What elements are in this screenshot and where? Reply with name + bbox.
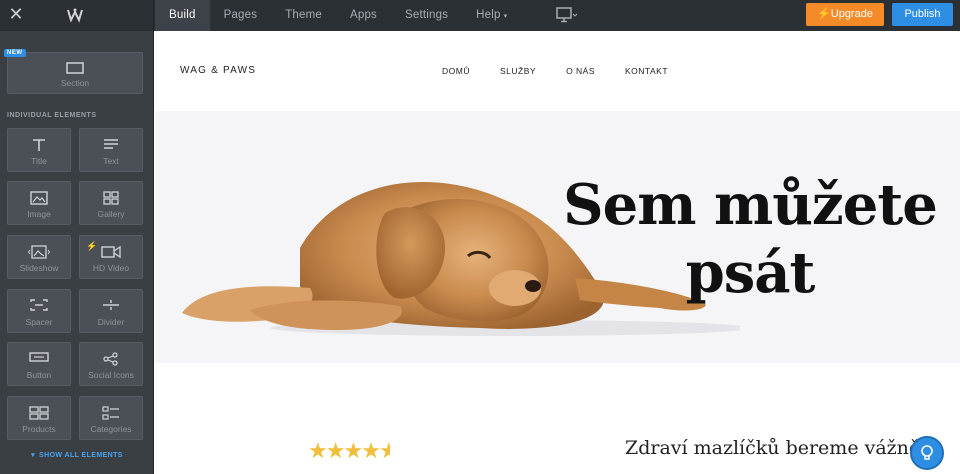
new-badge: NEW	[4, 49, 26, 57]
social-icons-tile[interactable]: Social Icons	[79, 342, 143, 386]
star-rating: ★★★★★	[308, 438, 390, 464]
star-icon: ★	[361, 438, 381, 463]
nav-theme[interactable]: Theme	[271, 0, 336, 31]
tile-label: Slideshow	[19, 263, 59, 273]
lightbulb-icon	[921, 445, 933, 460]
lightning-icon: ⚡	[817, 8, 831, 20]
main-nav: Build Pages Theme Apps Settings Help ▾	[155, 0, 521, 31]
button-tile[interactable]: Button	[7, 342, 71, 386]
share-icon	[103, 352, 118, 366]
site-nav-services[interactable]: SLUŽBY	[500, 66, 536, 76]
nav-apps[interactable]: Apps	[336, 0, 391, 31]
title-tile[interactable]: Title	[7, 128, 71, 172]
slideshow-icon	[28, 245, 50, 259]
tile-label: Button	[26, 370, 52, 380]
hero-banner[interactable]: Sem můžete psát	[155, 111, 960, 363]
tile-label: Social Icons	[88, 370, 134, 380]
title-icon	[33, 139, 45, 151]
chevron-down-icon: ▾	[503, 13, 508, 20]
tile-label: Image	[27, 209, 51, 219]
lightning-icon: ⚡	[86, 241, 98, 251]
upgrade-button-label: Upgrade	[830, 8, 873, 20]
desktop-preview-icon[interactable]	[556, 7, 578, 23]
show-all-elements-link[interactable]: ▾ SHOW ALL ELEMENTS	[0, 451, 154, 459]
section-tile[interactable]: Section	[7, 52, 143, 94]
site-nav-about[interactable]: O NÁS	[566, 66, 595, 76]
hd-video-tile[interactable]: ⚡ HD Video	[79, 235, 143, 279]
close-icon[interactable]: ✕	[8, 5, 24, 23]
hero-title[interactable]: Sem můžete psát	[540, 171, 960, 307]
tile-label: Divider	[97, 317, 125, 327]
upgrade-button[interactable]: ⚡Upgrade	[806, 3, 884, 26]
spacer-icon	[30, 299, 48, 311]
nav-pages[interactable]: Pages	[210, 0, 272, 31]
button-icon	[29, 352, 49, 362]
help-button[interactable]	[910, 436, 944, 470]
star-icon: ★	[325, 438, 346, 463]
weebly-logo-icon	[67, 8, 83, 23]
section-subheading[interactable]: Zdraví mazlíčků bereme vážně	[625, 437, 920, 459]
star-icon: ★	[308, 438, 328, 463]
site-nav-home[interactable]: DOMŮ	[442, 66, 470, 76]
text-tile[interactable]: Text	[79, 128, 143, 172]
text-icon	[104, 139, 118, 149]
section-tile-label: Section	[60, 78, 90, 88]
tile-label: Spacer	[25, 317, 53, 327]
categories-tile[interactable]: Categories	[79, 396, 143, 440]
nav-help-label: Help	[476, 9, 501, 21]
products-icon	[29, 406, 49, 420]
hero-title-line-2: psát	[685, 240, 816, 306]
divider-icon	[103, 300, 119, 310]
divider-tile[interactable]: Divider	[79, 289, 143, 333]
site-canvas: WAG & PAWS DOMŮ SLUŽBY O NÁS KONTAKT Sem…	[155, 31, 960, 474]
hero-title-line-1: Sem můžete	[563, 172, 938, 238]
gallery-icon	[103, 191, 119, 205]
video-camera-icon	[101, 245, 121, 259]
publish-button[interactable]: Publish	[892, 3, 953, 26]
tile-label: HD Video	[92, 263, 130, 273]
image-icon	[30, 191, 48, 205]
spacer-tile[interactable]: Spacer	[7, 289, 71, 333]
toolbar-left: ✕	[0, 0, 154, 31]
site-logo-text[interactable]: WAG & PAWS	[180, 65, 256, 76]
tile-label: Categories	[90, 424, 132, 434]
section-icon	[66, 62, 84, 74]
nav-help[interactable]: Help ▾	[462, 0, 521, 31]
star-icon: ★	[343, 438, 363, 463]
tile-label: Products	[22, 424, 56, 434]
categories-icon	[102, 406, 119, 420]
gallery-tile[interactable]: Gallery	[79, 181, 143, 225]
slideshow-tile[interactable]: Slideshow	[7, 235, 71, 279]
tile-label: Gallery	[97, 209, 125, 219]
products-tile[interactable]: Products	[7, 396, 71, 440]
show-all-label: SHOW ALL ELEMENTS	[39, 452, 123, 459]
tile-label: Text	[103, 156, 119, 166]
tile-label: Title	[31, 156, 47, 166]
chevron-down-icon: ▾	[31, 452, 36, 459]
half-star-icon: ★	[378, 438, 390, 463]
elements-sidebar: Section NEW INDIVIDUAL ELEMENTS Title Te…	[0, 31, 154, 474]
nav-build[interactable]: Build	[155, 0, 210, 31]
site-nav-contact[interactable]: KONTAKT	[625, 66, 668, 76]
nav-settings[interactable]: Settings	[391, 0, 462, 31]
individual-elements-heading: INDIVIDUAL ELEMENTS	[7, 112, 97, 119]
image-tile[interactable]: Image	[7, 181, 71, 225]
site-nav: DOMŮ SLUŽBY O NÁS KONTAKT	[442, 66, 698, 76]
top-toolbar: ✕ Build Pages Theme Apps Settings Help ▾ …	[0, 0, 960, 31]
